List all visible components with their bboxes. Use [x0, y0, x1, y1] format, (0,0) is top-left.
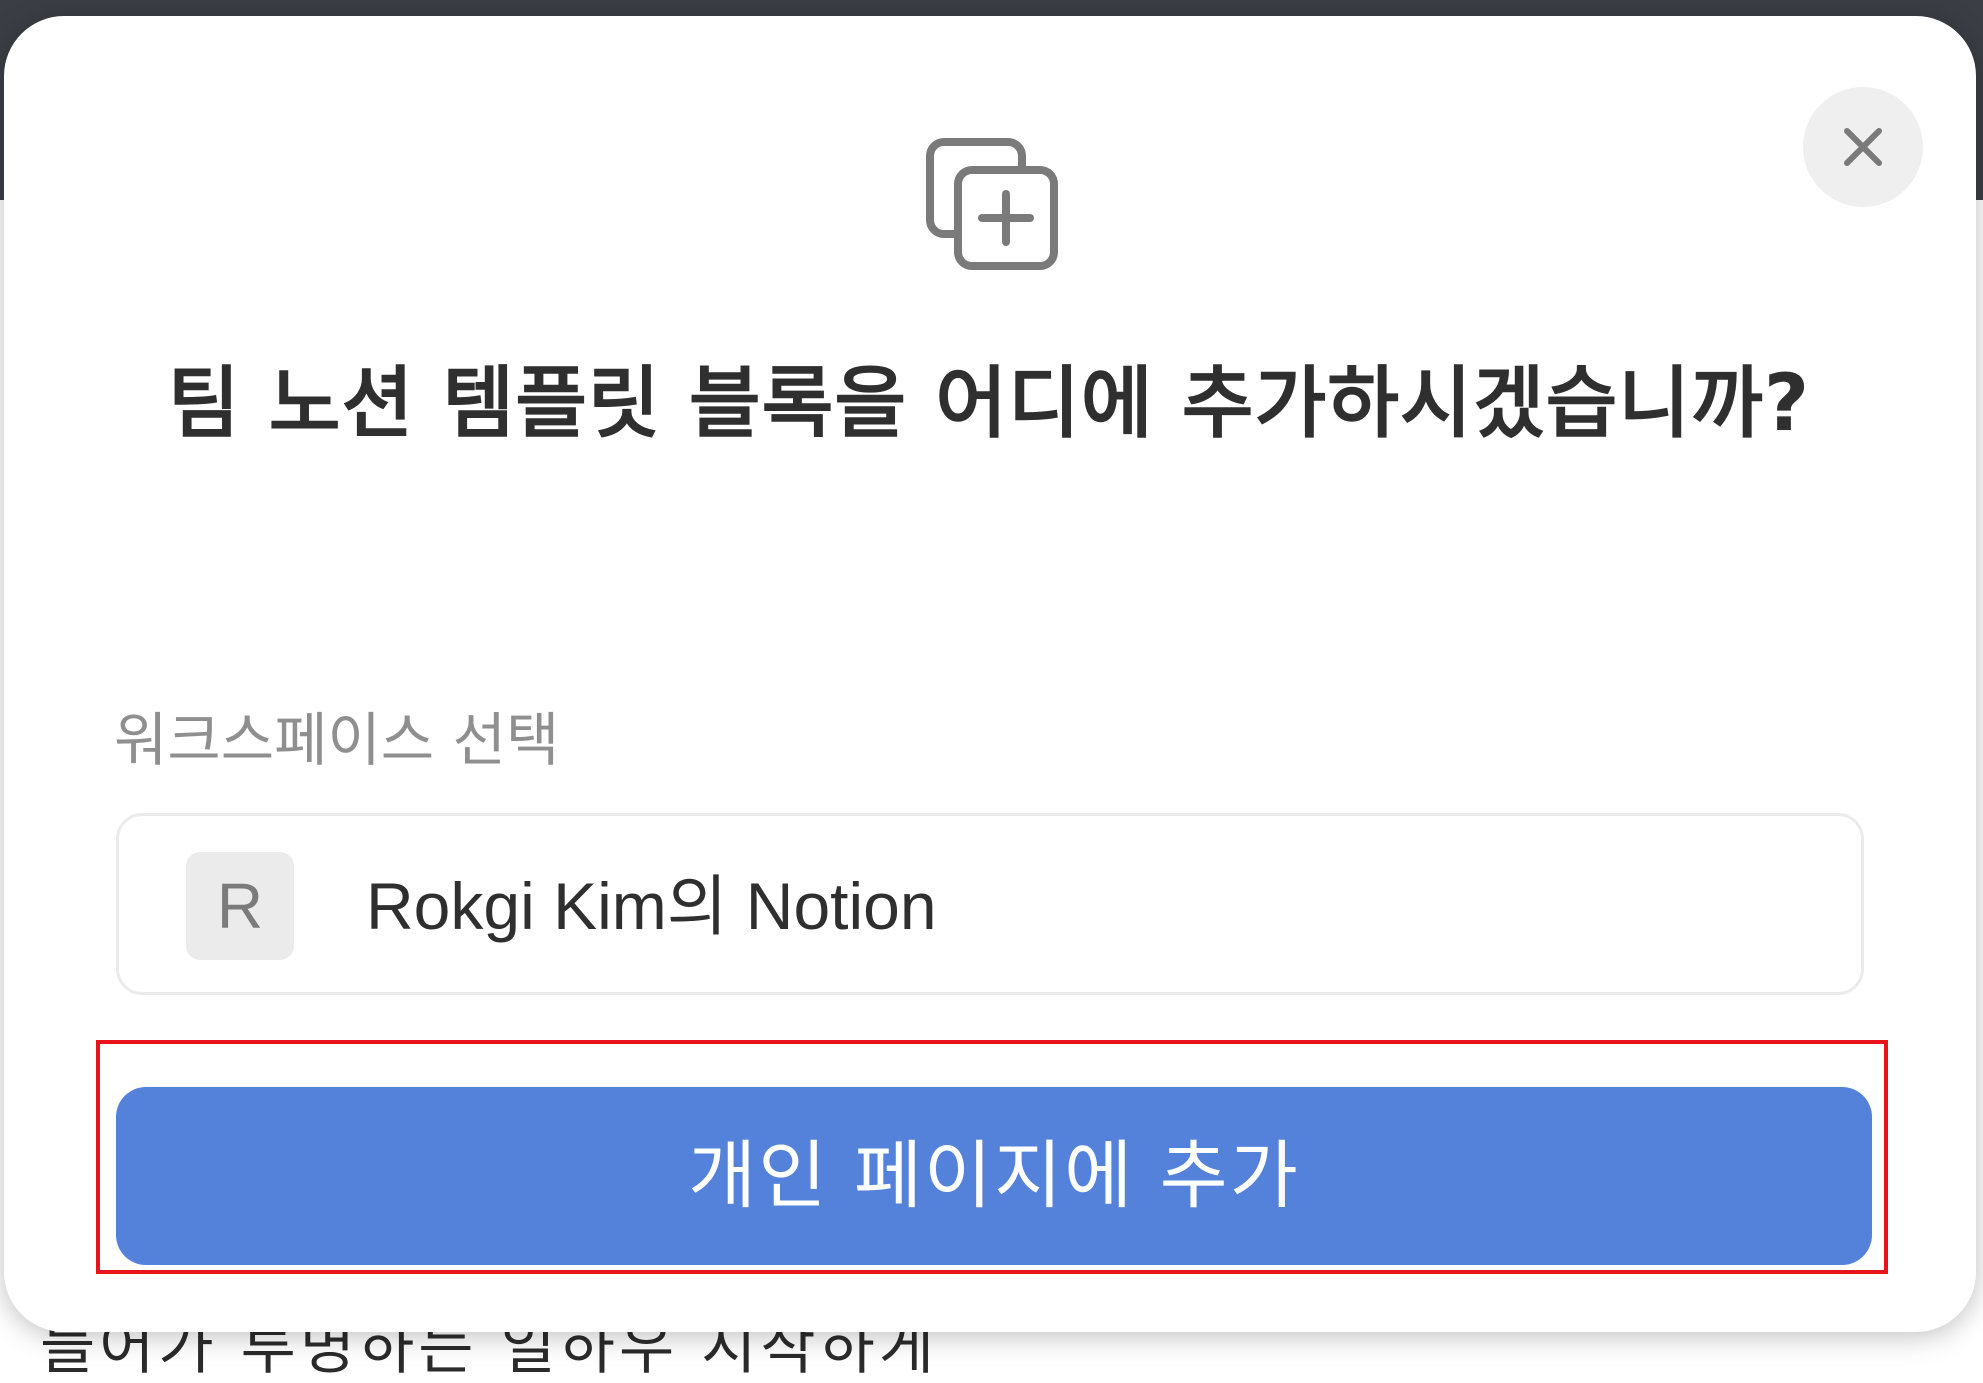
workspace-name: Rokgi Kim의 Notion — [366, 869, 937, 943]
workspace-avatar: R — [186, 852, 294, 960]
close-button[interactable] — [1803, 87, 1923, 207]
workspace-select-label: 워크스페이스 선택 — [114, 706, 560, 774]
duplicate-add-icon — [926, 138, 1058, 270]
workspace-select[interactable]: R Rokgi Kim의 Notion — [116, 813, 1864, 995]
highlight-annotation-box — [96, 1040, 1888, 1274]
close-icon — [1844, 128, 1882, 166]
dialog-title: 팀 노션 템플릿 블록을 어디에 추가하시겠습니까? — [167, 359, 1811, 449]
